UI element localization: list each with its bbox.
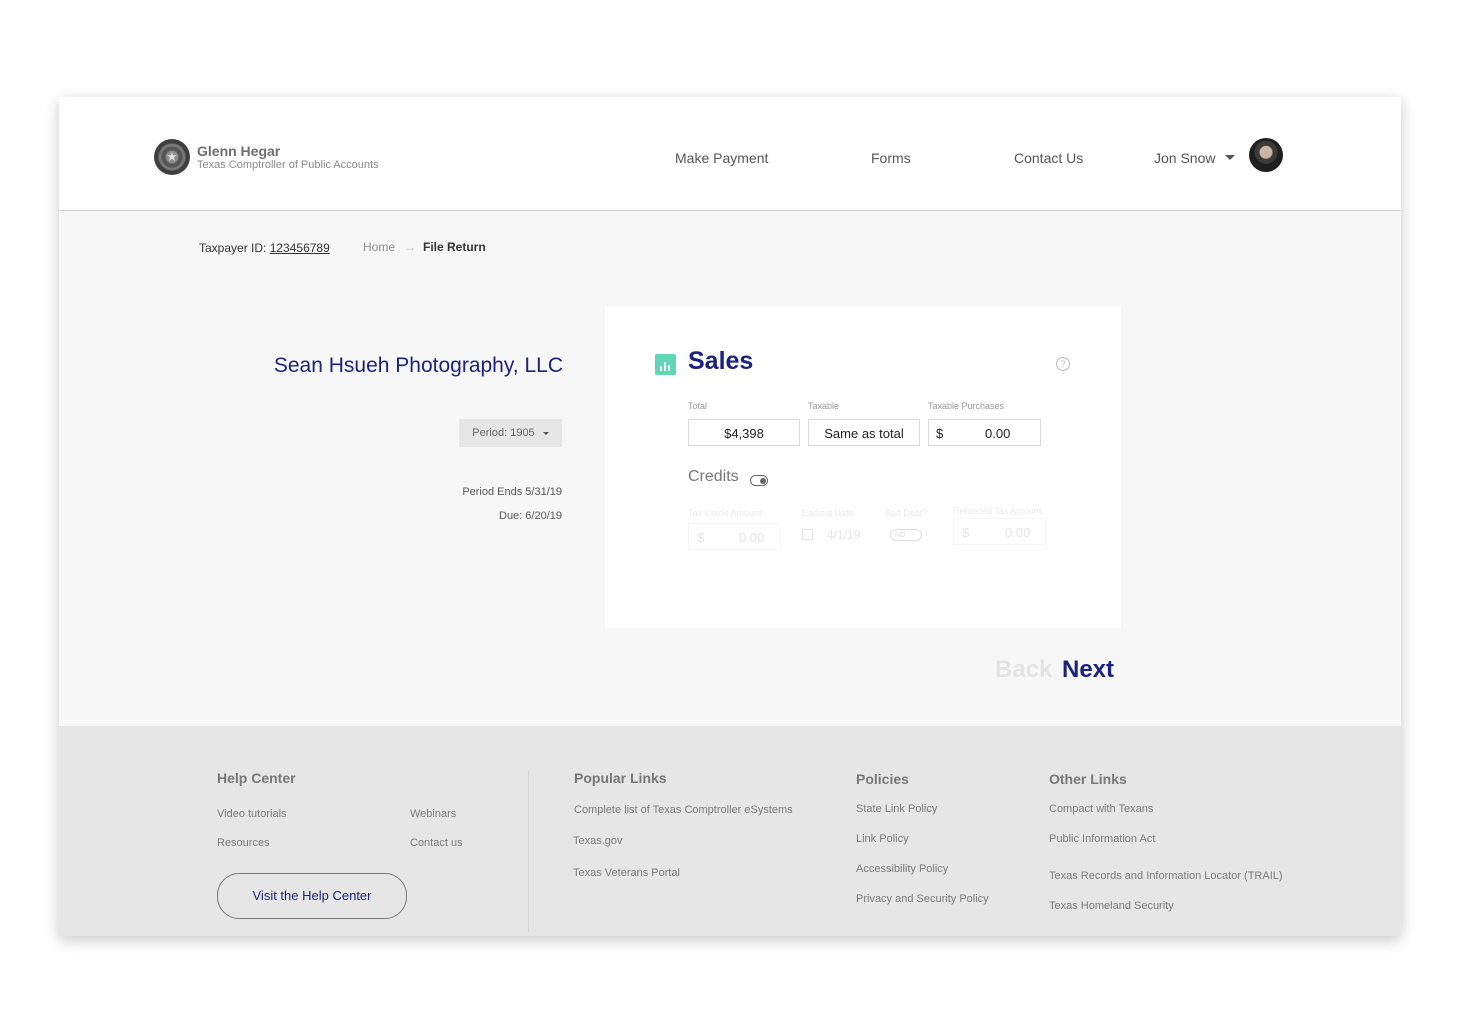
taxable-purchases-field[interactable]: $ 0.00 — [928, 419, 1041, 446]
currency-symbol: $ — [962, 525, 970, 540]
chevron-down-icon[interactable] — [1225, 155, 1235, 160]
calendar-icon[interactable] — [802, 529, 813, 540]
caret-down-icon — [542, 431, 549, 435]
nav-contact-us[interactable]: Contact Us — [1014, 150, 1083, 166]
period-select-label: Period: 1905 — [472, 427, 535, 439]
tax-credit-value: 0.00 — [739, 530, 765, 545]
site-header: ★ Glenn Hegar Texas Comptroller of Publi… — [59, 97, 1401, 211]
due-date: Due: 6/20/19 — [499, 510, 562, 522]
bad-debt-label: Bad Debt? — [885, 508, 928, 518]
footer-link-esystems[interactable]: Complete list of Texas Comptroller eSyst… — [574, 804, 793, 816]
site-footer: Help Center Video tutorials Webinars Res… — [59, 726, 1401, 936]
refunded-tax-field[interactable]: $ 0.00 — [953, 518, 1046, 545]
footer-link-link-policy[interactable]: Link Policy — [856, 833, 909, 845]
user-menu[interactable]: Jon Snow — [1154, 150, 1215, 166]
period-select[interactable]: Period: 1905 — [459, 419, 562, 447]
footer-other-links-title: Other Links — [1049, 771, 1127, 787]
footer-link-trail[interactable]: Texas Records and Information Locator (T… — [1049, 870, 1283, 882]
footer-link-veterans-portal[interactable]: Texas Veterans Portal — [573, 867, 680, 879]
breadcrumb-current: File Return — [423, 240, 486, 254]
footer-popular-links-title: Popular Links — [574, 770, 667, 786]
footer-link-video-tutorials[interactable]: Video tutorials — [217, 808, 287, 820]
tax-credit-field[interactable]: $ 0.00 — [688, 523, 781, 550]
tax-credit-label: Tax Credit Amount — [688, 508, 762, 518]
footer-divider — [528, 770, 529, 932]
footer-link-compact-with-texans[interactable]: Compact with Texans — [1049, 803, 1153, 815]
earliest-date-value[interactable]: 4/1/19 — [827, 528, 860, 542]
nav-make-payment[interactable]: Make Payment — [675, 150, 768, 166]
taxable-purchases-label: Taxable Purchases — [928, 401, 1005, 411]
total-label: Total — [688, 401, 708, 411]
next-button[interactable]: Next — [1062, 656, 1114, 684]
refunded-tax-label: Refunded Tax Amount — [953, 506, 1042, 516]
total-field[interactable]: $4,398 — [688, 419, 800, 446]
bar-chart-icon — [655, 354, 676, 375]
taxpayer-id-link[interactable]: 123456789 — [270, 241, 330, 255]
footer-link-resources[interactable]: Resources — [217, 837, 270, 849]
footer-link-homeland-security[interactable]: Texas Homeland Security — [1049, 900, 1174, 912]
breadcrumb-home[interactable]: Home — [363, 240, 395, 254]
browser-frame: ★ Glenn Hegar Texas Comptroller of Publi… — [59, 97, 1401, 936]
footer-link-webinars[interactable]: Webinars — [410, 808, 456, 820]
avatar[interactable] — [1249, 138, 1283, 172]
taxable-label: Taxable — [808, 401, 840, 411]
credits-label: Credits — [688, 468, 739, 485]
footer-link-privacy-security-policy[interactable]: Privacy and Security Policy — [856, 893, 989, 905]
brand-subtitle: Texas Comptroller of Public Accounts — [197, 159, 379, 171]
card-title: Sales — [688, 347, 754, 375]
footer-link-texas-gov[interactable]: Texas.gov — [573, 835, 623, 847]
nav-forms[interactable]: Forms — [871, 150, 911, 166]
company-name: Sean Hsueh Photography, LLC — [273, 354, 563, 377]
footer-policies-title: Policies — [856, 771, 909, 787]
help-icon[interactable]: ? — [1056, 357, 1070, 371]
credits-toggle[interactable] — [750, 475, 768, 486]
arrow-right-icon: → — [404, 240, 416, 254]
footer-link-state-link-policy[interactable]: State Link Policy — [856, 803, 937, 815]
footer-help-center-title: Help Center — [217, 770, 296, 786]
brand-name[interactable]: Glenn Hegar — [197, 143, 280, 159]
footer-link-contact-us[interactable]: Contact us — [410, 837, 463, 849]
currency-symbol: $ — [936, 426, 944, 441]
visit-help-center-button[interactable]: Visit the Help Center — [217, 873, 407, 919]
texas-seal-logo[interactable]: ★ — [154, 139, 190, 175]
earliest-date-label: Earliest Date — [802, 508, 854, 518]
bad-debt-toggle[interactable]: NO — [890, 529, 922, 541]
footer-link-public-information-act[interactable]: Public Information Act — [1049, 833, 1155, 845]
refunded-tax-value: 0.00 — [1005, 525, 1031, 540]
sales-card: Sales ? Total $4,398 Taxable Same as tot… — [605, 307, 1121, 628]
taxpayer-id: Taxpayer ID: 123456789 — [199, 241, 330, 255]
taxable-field[interactable]: Same as total — [808, 419, 920, 446]
footer-link-accessibility-policy[interactable]: Accessibility Policy — [856, 863, 948, 875]
back-button[interactable]: Back — [995, 656, 1052, 684]
taxpayer-id-label: Taxpayer ID: — [199, 241, 267, 255]
taxable-purchases-value: 0.00 — [985, 426, 1011, 441]
period-ends: Period Ends 5/31/19 — [462, 486, 562, 498]
currency-symbol: $ — [697, 530, 705, 545]
